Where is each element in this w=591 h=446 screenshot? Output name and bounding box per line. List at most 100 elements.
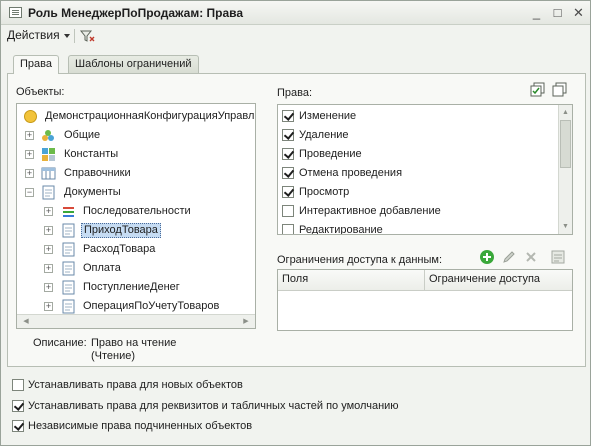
window-title: Роль МенеджерПоПродажам: Права bbox=[28, 6, 244, 20]
expand-icon[interactable]: + bbox=[44, 283, 53, 292]
title-bar[interactable]: Роль МенеджерПоПродажам: Права _ □ ✕ bbox=[1, 1, 590, 25]
tree-item[interactable]: + Общие bbox=[17, 126, 255, 145]
column-header-fields[interactable]: Поля bbox=[282, 273, 308, 285]
tab-restriction-templates[interactable]: Шаблоны ограничений bbox=[68, 55, 199, 73]
option-label: Независимые права подчиненных объектов bbox=[28, 420, 253, 432]
minimize-button[interactable]: _ bbox=[528, 4, 545, 21]
option-label: Устанавливать права для новых объектов bbox=[28, 379, 243, 391]
expand-icon[interactable]: + bbox=[44, 226, 53, 235]
uncheck-all-icon[interactable] bbox=[552, 82, 568, 98]
objects-label: Объекты: bbox=[16, 86, 65, 98]
tree-item-label: ПоступлениеДенег bbox=[83, 281, 180, 293]
document-icon bbox=[61, 280, 76, 295]
scrollbar-thumb[interactable] bbox=[560, 120, 571, 168]
check-all-icon[interactable] bbox=[530, 82, 546, 98]
scroll-right-icon[interactable]: ▶ bbox=[239, 315, 253, 328]
expand-icon[interactable]: + bbox=[25, 131, 34, 140]
right-label: Проведение bbox=[299, 148, 362, 160]
right-label: Просмотр bbox=[299, 186, 350, 198]
constants-icon bbox=[41, 147, 56, 162]
common-icon bbox=[41, 128, 56, 143]
constructor-icon[interactable] bbox=[550, 249, 566, 265]
right-label: Отмена проведения bbox=[299, 167, 403, 179]
tree-item-label: Константы bbox=[64, 148, 119, 160]
tree-item[interactable]: + РасходТовара bbox=[17, 240, 255, 259]
objects-tree[interactable]: ДемонстрационнаяКонфигурацияУправл + Общие… bbox=[16, 103, 256, 329]
expand-icon[interactable]: + bbox=[44, 207, 53, 216]
right-checkbox[interactable] bbox=[282, 224, 294, 234]
form-icon bbox=[9, 7, 22, 18]
restrictions-label: Ограничения доступа к данным: bbox=[277, 254, 443, 266]
option-checkbox[interactable] bbox=[12, 379, 24, 391]
right-checkbox[interactable] bbox=[282, 129, 294, 141]
chevron-down-icon bbox=[63, 33, 70, 38]
right-checkbox[interactable] bbox=[282, 167, 294, 179]
column-divider[interactable] bbox=[424, 270, 425, 291]
collapse-icon[interactable]: − bbox=[25, 188, 34, 197]
add-icon[interactable] bbox=[479, 249, 495, 265]
tab-rights[interactable]: Права bbox=[13, 55, 59, 74]
tree-item[interactable]: + ПоступлениеДенег bbox=[17, 278, 255, 297]
right-checkbox[interactable] bbox=[282, 110, 294, 122]
rights-window: Роль МенеджерПоПродажам: Права _ □ ✕ Дей… bbox=[0, 0, 591, 446]
tree-item[interactable]: + Последовательности bbox=[17, 202, 255, 221]
edit-icon[interactable] bbox=[501, 249, 517, 265]
tree-item[interactable]: − Документы bbox=[17, 183, 255, 202]
scroll-left-icon[interactable]: ◀ bbox=[19, 315, 33, 328]
maximize-button[interactable]: □ bbox=[549, 4, 566, 21]
column-header-access-restriction[interactable]: Ограничение доступа bbox=[429, 273, 540, 285]
close-button[interactable]: ✕ bbox=[570, 4, 587, 21]
right-label: Изменение bbox=[299, 110, 357, 122]
tree-item-label: Оплата bbox=[83, 262, 121, 274]
document-icon bbox=[61, 261, 76, 276]
rights-vertical-scrollbar[interactable]: ▲ ▼ bbox=[558, 105, 572, 234]
tree-item-label: РасходТовара bbox=[83, 243, 156, 255]
expand-icon[interactable]: + bbox=[44, 245, 53, 254]
expand-icon[interactable]: + bbox=[44, 302, 53, 311]
tree-item-label: ПриходТовара bbox=[81, 223, 161, 238]
scroll-down-icon[interactable]: ▼ bbox=[559, 220, 572, 233]
tree-item-label: Справочники bbox=[64, 167, 131, 179]
option-label: Устанавливать права для реквизитов и таб… bbox=[28, 400, 399, 412]
expand-icon[interactable]: + bbox=[25, 150, 34, 159]
tree-item[interactable]: ДемонстрационнаяКонфигурацияУправл bbox=[17, 107, 255, 126]
right-checkbox[interactable] bbox=[282, 148, 294, 160]
documents-icon bbox=[41, 185, 56, 200]
expand-icon[interactable]: + bbox=[44, 264, 53, 273]
document-icon bbox=[61, 242, 76, 257]
rights-label: Права: bbox=[277, 87, 313, 99]
restrictions-table[interactable]: Поля Ограничение доступа bbox=[277, 269, 573, 331]
tree-item-label: Документы bbox=[64, 186, 121, 198]
toolbar: Действия bbox=[1, 25, 590, 47]
right-checkbox[interactable] bbox=[282, 205, 294, 217]
delete-icon[interactable] bbox=[523, 249, 539, 265]
sequences-icon bbox=[61, 204, 76, 219]
document-icon bbox=[61, 299, 76, 314]
tree-item[interactable]: + Константы bbox=[17, 145, 255, 164]
scroll-up-icon[interactable]: ▲ bbox=[559, 106, 572, 119]
right-label: Интерактивное добавление bbox=[299, 205, 441, 217]
tree-item-label: ДемонстрационнаяКонфигурацияУправл bbox=[45, 110, 255, 122]
tree-item[interactable]: + Оплата bbox=[17, 259, 255, 278]
expand-icon[interactable]: + bbox=[25, 169, 34, 178]
tree-item[interactable]: + Справочники bbox=[17, 164, 255, 183]
filter-icon[interactable] bbox=[79, 28, 95, 44]
actions-menu-button[interactable]: Действия bbox=[7, 28, 70, 42]
restrictions-table-header: Поля Ограничение доступа bbox=[278, 270, 572, 291]
document-icon bbox=[61, 223, 76, 238]
tree-item-label: Общие bbox=[64, 129, 101, 141]
rights-list[interactable]: Изменение Удаление Проведение Отмена провед… bbox=[277, 104, 573, 235]
right-checkbox[interactable] bbox=[282, 186, 294, 198]
tree-item-label: ОперацияПоУчетуТоваров bbox=[83, 300, 220, 312]
actions-menu-label: Действия bbox=[7, 28, 60, 42]
right-label: Удаление bbox=[299, 129, 349, 141]
right-label: Редактирование bbox=[299, 224, 383, 235]
description-line-2: (Чтение) bbox=[91, 350, 136, 362]
description-label: Описание: bbox=[33, 337, 87, 349]
catalogs-icon bbox=[41, 166, 56, 181]
tree-item[interactable]: + ПриходТовара bbox=[17, 221, 255, 240]
toolbar-separator bbox=[74, 29, 75, 43]
tree-horizontal-scrollbar[interactable]: ◀ ▶ bbox=[17, 314, 255, 328]
option-checkbox[interactable] bbox=[12, 420, 24, 432]
option-checkbox[interactable] bbox=[12, 400, 24, 412]
